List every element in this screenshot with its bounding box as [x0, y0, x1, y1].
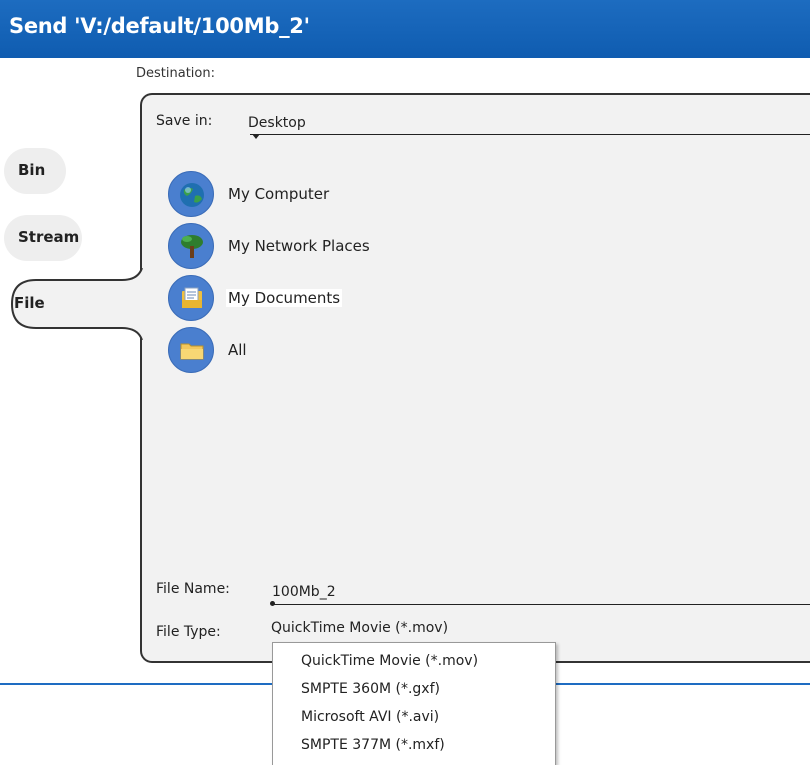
- location-label: All: [228, 341, 247, 359]
- dropdown-option[interactable]: QuickTime Movie (*.mov): [301, 653, 478, 669]
- save-in-label: Save in:: [156, 113, 213, 129]
- save-in-underline: [250, 134, 810, 135]
- tab-bin[interactable]: Bin: [4, 148, 66, 194]
- documents-icon: [168, 275, 214, 321]
- title-bar: Send 'V:/default/100Mb_2': [0, 0, 810, 58]
- folder-icon: [168, 327, 214, 373]
- tab-file[interactable]: File: [10, 268, 150, 340]
- save-in-select[interactable]: Desktop: [248, 115, 306, 131]
- file-type-label: File Type:: [156, 624, 221, 640]
- tab-file-label: File: [14, 294, 45, 312]
- location-my-documents[interactable]: My Documents: [168, 275, 568, 323]
- tab-bin-label: Bin: [18, 161, 46, 179]
- dropdown-option[interactable]: Microsoft AVI (*.avi): [301, 709, 439, 725]
- file-type-select[interactable]: QuickTime Movie (*.mov): [271, 620, 448, 636]
- file-name-label: File Name:: [156, 581, 230, 597]
- location-label: My Network Places: [228, 237, 370, 255]
- destination-label: Destination:: [136, 66, 215, 81]
- file-name-marker: [270, 601, 275, 606]
- file-name-underline: [272, 604, 810, 605]
- tab-stream-label: Stream: [18, 228, 80, 246]
- location-label: My Documents: [226, 289, 343, 307]
- tree-icon: [168, 223, 214, 269]
- globe-icon: [168, 171, 214, 217]
- location-label: My Computer: [228, 185, 330, 203]
- location-all[interactable]: All: [168, 327, 568, 375]
- tab-stream[interactable]: Stream: [4, 215, 82, 261]
- chevron-down-icon[interactable]: [252, 134, 260, 139]
- dropdown-option[interactable]: SMPTE 377M (*.mxf): [301, 737, 445, 753]
- window-title: Send 'V:/default/100Mb_2': [9, 14, 310, 38]
- file-name-input[interactable]: 100Mb_2: [272, 584, 336, 600]
- file-type-dropdown[interactable]: QuickTime Movie (*.mov) SMPTE 360M (*.gx…: [272, 642, 556, 765]
- location-my-computer[interactable]: My Computer: [168, 171, 568, 219]
- dropdown-option[interactable]: SMPTE 360M (*.gxf): [301, 681, 440, 697]
- location-my-network-places[interactable]: My Network Places: [168, 223, 568, 271]
